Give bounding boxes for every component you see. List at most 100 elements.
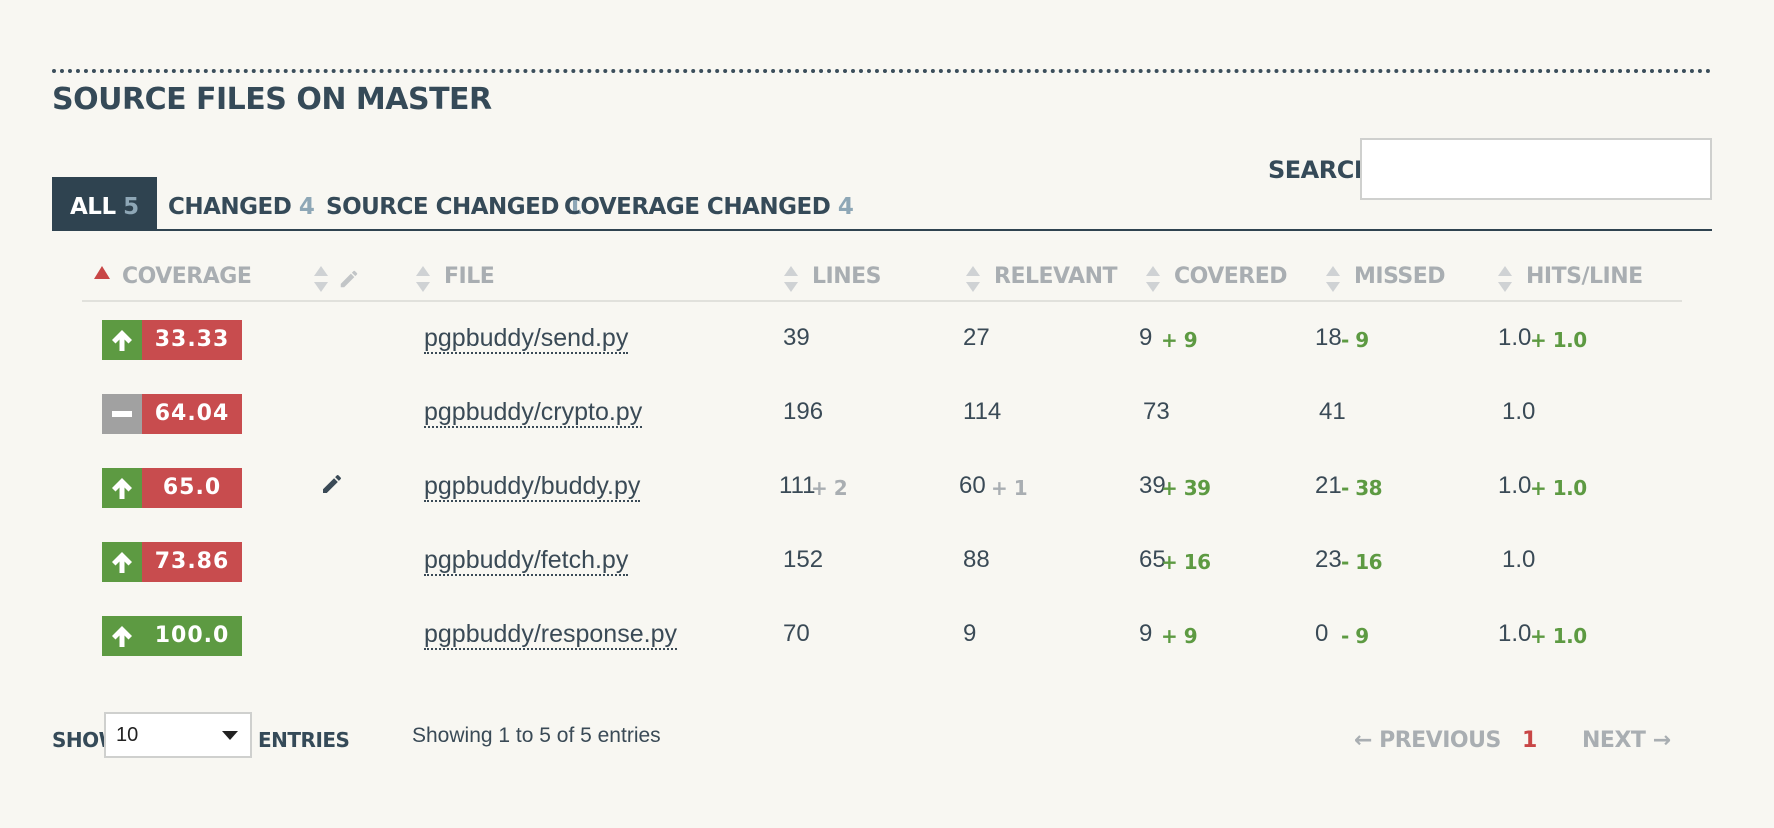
hits-line-cell: 1.0	[1498, 324, 1532, 351]
tab-coverage-changed[interactable]: COVERAGE CHANGED 4	[564, 177, 854, 231]
lines-cell: 111	[779, 472, 816, 499]
coverage-badge: 64.04	[102, 394, 242, 434]
sort-asc-icon[interactable]	[94, 266, 110, 279]
column-missed[interactable]: MISSED	[1354, 264, 1446, 289]
file-link[interactable]: pgpbuddy/response.py	[424, 620, 677, 650]
tab-all[interactable]: ALL 5	[52, 177, 157, 231]
covered-cell: 9	[1139, 620, 1153, 647]
hits-line-cell: 1.0	[1502, 546, 1536, 573]
relevant-cell: 114	[963, 398, 1002, 425]
column-hits-line[interactable]: HITS/LINE	[1526, 264, 1643, 289]
missed-cell: 0	[1315, 620, 1329, 647]
file-link[interactable]: pgpbuddy/buddy.py	[424, 472, 641, 502]
coverage-percent: 33.33	[142, 320, 242, 360]
page-size-select[interactable]: 10	[104, 712, 252, 758]
covered-delta: + 16	[1161, 550, 1211, 574]
sort-icon[interactable]	[314, 266, 328, 294]
coverage-percent: 100.0	[142, 616, 242, 656]
tab-count: 4	[298, 194, 315, 220]
previous-page-button[interactable]: ← PREVIOUS	[1354, 728, 1501, 753]
file-link[interactable]: pgpbuddy/send.py	[424, 324, 629, 354]
missed-delta: - 38	[1341, 476, 1383, 500]
relevant-cell: 9	[963, 620, 977, 647]
covered-delta: + 9	[1161, 624, 1198, 648]
table-row: 100.0 pgpbuddy/response.py 70 9 9 + 9 0 - 9 1.0 +…	[82, 598, 1682, 672]
tab-count: 4	[837, 194, 854, 220]
covered-delta: + 9	[1161, 328, 1198, 352]
coverage-percent: 64.04	[142, 394, 242, 434]
sort-icon[interactable]	[416, 266, 430, 294]
table-row: 73.86 pgpbuddy/fetch.py 152 88 65 + 16 23- 16 1…	[82, 524, 1682, 598]
missed-delta: - 9	[1341, 328, 1369, 352]
relevant-cell: 60	[959, 472, 986, 499]
page-1-button[interactable]: 1	[1522, 728, 1537, 753]
relevant-cell: 88	[963, 546, 990, 573]
hits-line-delta: + 1.0	[1530, 476, 1587, 500]
entries-label: ENTRIES	[258, 728, 350, 752]
minus-icon	[102, 394, 142, 434]
table-info: Showing 1 to 5 of 5 entries	[412, 724, 661, 747]
lines-delta: + 2	[811, 476, 848, 500]
sort-icon[interactable]	[784, 266, 798, 294]
relevant-cell: 27	[963, 324, 990, 351]
column-covered[interactable]: COVERED	[1174, 264, 1288, 289]
covered-delta: + 39	[1161, 476, 1211, 500]
coverage-badge: 73.86	[102, 542, 242, 582]
page-size-value: 10	[116, 724, 139, 746]
sort-icon[interactable]	[966, 266, 980, 294]
arrow-up-icon	[102, 468, 142, 508]
page-title: SOURCE FILES ON MASTER	[52, 82, 492, 117]
tab-label: COVERAGE CHANGED	[564, 194, 831, 220]
coverage-badge: 100.0	[102, 616, 242, 656]
arrow-up-icon	[102, 542, 142, 582]
coverage-percent: 65.0	[142, 468, 242, 508]
tab-label: ALL	[70, 194, 116, 220]
hits-line-cell: 1.0	[1498, 472, 1532, 499]
hits-line-cell: 1.0	[1502, 398, 1536, 425]
coverage-badge: 33.33	[102, 320, 242, 360]
coverage-percent: 73.86	[142, 542, 242, 582]
covered-cell: 73	[1143, 398, 1170, 425]
sort-icon[interactable]	[1146, 266, 1160, 294]
next-page-button[interactable]: NEXT →	[1582, 728, 1671, 753]
missed-cell: 23	[1315, 546, 1342, 573]
chevron-down-icon	[222, 731, 238, 740]
tab-label: SOURCE CHANGED	[326, 194, 559, 220]
file-link[interactable]: pgpbuddy/fetch.py	[424, 546, 629, 576]
lines-cell: 39	[783, 324, 810, 351]
filter-tabs: ALL 5 CHANGED 4 SOURCE CHANGED 1 COVERAG…	[52, 177, 1712, 231]
arrow-up-icon	[102, 616, 142, 656]
missed-delta: - 16	[1341, 550, 1383, 574]
missed-delta: - 9	[1341, 624, 1369, 648]
table-row: 64.04 pgpbuddy/crypto.py 196 114 73 41 1.0	[82, 376, 1682, 450]
pencil-icon[interactable]	[338, 268, 360, 290]
hits-line-delta: + 1.0	[1530, 328, 1587, 352]
covered-cell: 9	[1139, 324, 1153, 351]
arrow-up-icon	[102, 320, 142, 360]
section-divider	[52, 69, 1712, 73]
tab-count: 5	[123, 194, 139, 220]
table-row: 33.33 pgpbuddy/send.py 39 27 9 + 9 18- 9 1.0 + 1…	[82, 302, 1682, 376]
lines-cell: 196	[783, 398, 824, 425]
coverage-badge: 65.0	[102, 468, 242, 508]
sort-icon[interactable]	[1326, 266, 1340, 294]
hits-line-cell: 1.0	[1498, 620, 1532, 647]
tab-source-changed[interactable]: SOURCE CHANGED 1	[326, 177, 582, 231]
file-link[interactable]: pgpbuddy/crypto.py	[424, 398, 643, 428]
missed-cell: 41	[1319, 398, 1346, 425]
pencil-icon	[320, 472, 344, 496]
column-relevant[interactable]: RELEVANT	[994, 264, 1118, 289]
tab-changed[interactable]: CHANGED 4	[168, 177, 315, 231]
tab-label: CHANGED	[168, 194, 292, 220]
column-coverage[interactable]: COVERAGE	[122, 264, 252, 289]
lines-cell: 152	[783, 546, 824, 573]
relevant-delta: + 1	[991, 476, 1028, 500]
column-lines[interactable]: LINES	[812, 264, 882, 289]
column-file[interactable]: FILE	[444, 264, 495, 289]
table-header: COVERAGE FILE LINES RELEVANT COVERED MIS…	[82, 258, 1682, 302]
missed-cell: 18	[1315, 324, 1342, 351]
missed-cell: 21	[1315, 472, 1342, 499]
sort-icon[interactable]	[1498, 266, 1512, 294]
table-row: 65.0 pgpbuddy/buddy.py 111 + 2 60 + 1 39 + 39 21…	[82, 450, 1682, 524]
lines-cell: 70	[783, 620, 810, 647]
